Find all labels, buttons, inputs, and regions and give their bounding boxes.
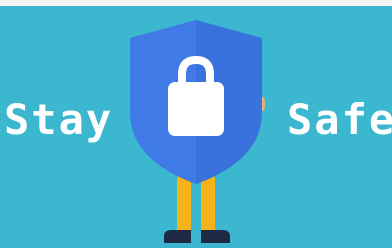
stay-word: Stay (4, 95, 114, 144)
stay-safe-banner: Stay Safe (0, 0, 392, 248)
left-shoe (164, 230, 191, 243)
right-shoe (201, 230, 230, 243)
right-leg (201, 176, 215, 238)
safe-word: Safe (287, 95, 392, 144)
lock-icon (168, 82, 224, 136)
left-leg (177, 176, 191, 238)
